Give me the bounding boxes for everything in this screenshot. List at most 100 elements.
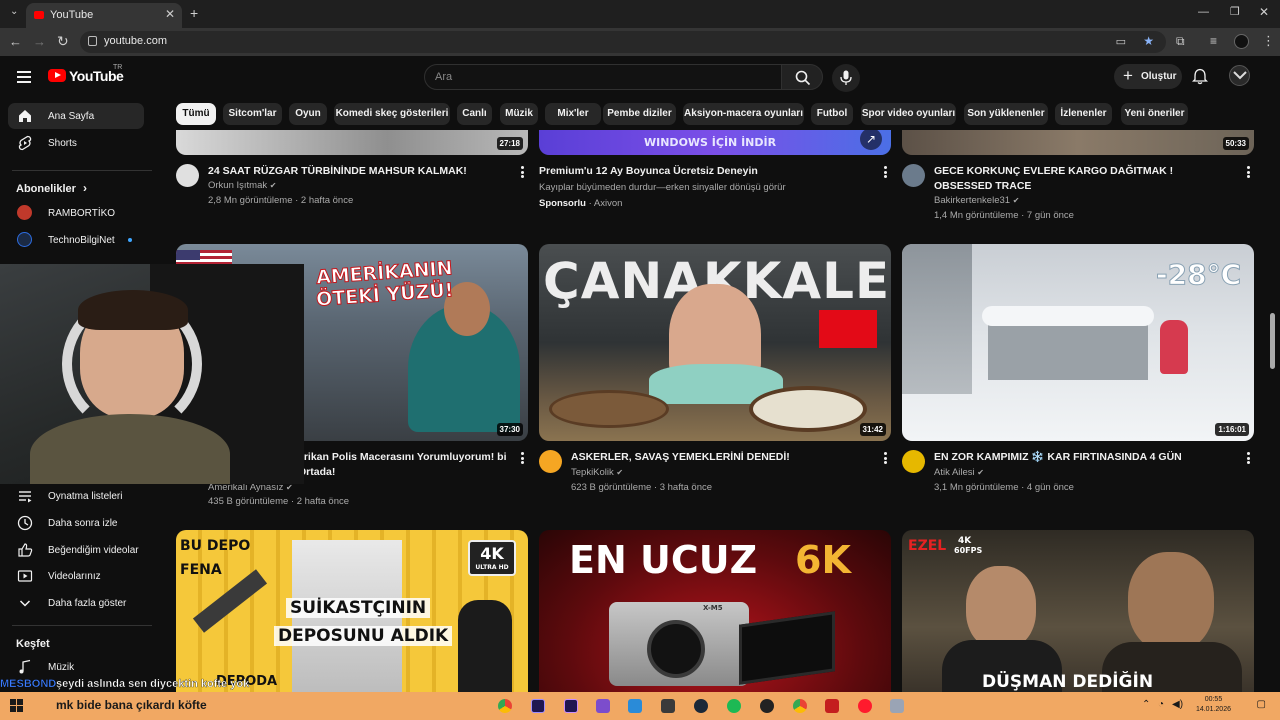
- video-thumbnail[interactable]: EN UCUZ 6K X-M5: [539, 530, 891, 692]
- video-channel[interactable]: Bakirkertenkele31 ✔: [934, 193, 1019, 208]
- video-title[interactable]: ASKERLER, SAVAŞ YEMEKLERİNİ DENEDİ!: [571, 450, 871, 465]
- extensions-icon[interactable]: ⧉: [1176, 34, 1185, 49]
- sidebar-item-playlists[interactable]: Oynatma listeleri: [8, 483, 144, 509]
- close-window-icon[interactable]: ✕: [1259, 5, 1269, 19]
- channel-avatar[interactable]: [539, 450, 562, 473]
- steam-icon[interactable]: [694, 699, 708, 713]
- tab-list-chevron-icon[interactable]: ⌄: [10, 6, 18, 17]
- new-tab-icon[interactable]: +: [190, 5, 198, 21]
- video-thumbnail[interactable]: BU DEPO FENA SUİKASTÇININ DEPOSUNU ALDIK…: [176, 530, 528, 692]
- sidebar-item-show-more[interactable]: Daha fazla göster: [8, 590, 144, 616]
- search-box[interactable]: [424, 64, 782, 90]
- chip-action-adventure[interactable]: Aksiyon-macera oyunları: [683, 103, 804, 125]
- obs-icon[interactable]: [760, 699, 774, 713]
- sidebar-item-liked-videos[interactable]: Beğendiğim videolar: [8, 537, 144, 563]
- ad-title[interactable]: Premium'u 12 Ay Boyunca Ücretsiz Deneyin: [539, 164, 869, 179]
- search-input[interactable]: [435, 69, 765, 85]
- bell-icon[interactable]: [1192, 68, 1208, 85]
- opera-icon[interactable]: [858, 699, 872, 713]
- taskbar-clock[interactable]: 00:55 14.01.2026: [1196, 695, 1231, 715]
- chrome-icon[interactable]: [498, 699, 512, 713]
- ad-thumbnail[interactable]: WINDOWS İÇİN İNDİR ↗: [539, 130, 891, 155]
- after-effects-icon[interactable]: [531, 699, 545, 713]
- video-channel[interactable]: Atik Ailesi ✔: [934, 465, 984, 480]
- app-icon[interactable]: [890, 699, 904, 713]
- chip-mixes[interactable]: Mix'ler: [545, 103, 601, 125]
- video-thumbnail[interactable]: 27:18: [176, 130, 528, 155]
- sidebar-item-home[interactable]: Ana Sayfa: [8, 103, 144, 129]
- reading-list-icon[interactable]: ≡: [1210, 34, 1217, 48]
- site-info-icon[interactable]: [88, 36, 97, 46]
- notifications-icon[interactable]: ▢: [1257, 699, 1266, 710]
- sublime-icon[interactable]: [661, 699, 675, 713]
- video-thumbnail[interactable]: EZEL 4K 60FPS DÜŞMAN DEDİĞİN: [902, 530, 1254, 692]
- voice-search-button[interactable]: [832, 64, 860, 92]
- browser-menu-icon[interactable]: ⋮: [1262, 33, 1275, 49]
- external-link-icon[interactable]: ↗: [860, 130, 882, 150]
- chip-watched[interactable]: İzlenenler: [1055, 103, 1112, 125]
- tray-chevron-icon[interactable]: ⌃: [1142, 699, 1150, 710]
- chip-new-to-you[interactable]: Yeni öneriler: [1121, 103, 1188, 125]
- channel-avatar[interactable]: [902, 450, 925, 473]
- video-editor-icon[interactable]: [825, 699, 839, 713]
- windows-start-icon[interactable]: [10, 699, 23, 712]
- chip-recently-uploaded[interactable]: Son yüklenenler: [964, 103, 1048, 125]
- channel-avatar[interactable]: [176, 164, 199, 187]
- video-thumbnail[interactable]: 50:33: [902, 130, 1254, 155]
- sidebar-item-watch-later[interactable]: Daha sonra izle: [8, 510, 144, 536]
- forward-icon[interactable]: →: [33, 34, 46, 49]
- video-channel[interactable]: TepkiKolik ✔: [571, 465, 623, 480]
- volume-icon[interactable]: ◀): [1172, 699, 1183, 710]
- video-thumbnail[interactable]: -28°C 1:16:01: [902, 244, 1254, 441]
- more-options-icon[interactable]: [521, 166, 524, 178]
- video-thumbnail[interactable]: ÇANAKKALE 31:42: [539, 244, 891, 441]
- chip-football[interactable]: Futbol: [811, 103, 853, 125]
- tab-title: YouTube: [50, 9, 94, 21]
- sidebar-item-subscription[interactable]: TechnoBilgiNet: [8, 227, 144, 253]
- sidebar-item-music[interactable]: Müzik: [8, 654, 144, 680]
- sidebar-item-shorts[interactable]: Shorts: [8, 130, 144, 156]
- chip-all[interactable]: Tümü: [176, 103, 216, 125]
- subscriptions-heading[interactable]: Abonelikler ›: [16, 181, 87, 195]
- more-options-icon[interactable]: [521, 452, 524, 464]
- close-tab-icon[interactable]: ✕: [165, 7, 175, 21]
- restore-icon[interactable]: ❐: [1230, 5, 1240, 18]
- chip-music[interactable]: Müzik: [500, 103, 538, 125]
- video-title[interactable]: GECE KORKUNÇ EVLERE KARGO DAĞITMAK ! OBS…: [934, 164, 1234, 194]
- chip-soap-operas[interactable]: Pembe diziler: [603, 103, 676, 125]
- chrome-profile-icon[interactable]: [793, 699, 807, 713]
- video-channel[interactable]: Orkun Işıtmak ✔: [208, 178, 276, 193]
- video-title[interactable]: EN ZOR KAMPIMIZ ❄️ KAR FIRTINASINDA 4 GÜ…: [934, 450, 1234, 465]
- chip-live[interactable]: Canlı: [457, 103, 492, 125]
- more-options-icon[interactable]: [1247, 166, 1250, 178]
- profile-avatar[interactable]: [1234, 34, 1249, 49]
- minimize-icon[interactable]: —: [1198, 6, 1209, 18]
- chip-sketch-comedy[interactable]: Komedi skeç gösterileri: [334, 103, 450, 125]
- premiere-icon[interactable]: [564, 699, 578, 713]
- sidebar-item-your-videos[interactable]: Videolarınız: [8, 563, 144, 589]
- sidebar-item-subscription[interactable]: RAMBORTİKO: [8, 200, 144, 226]
- address-bar[interactable]: youtube.com ▭ ★: [80, 31, 1166, 53]
- bookmark-star-icon[interactable]: ★: [1143, 34, 1154, 48]
- video-title[interactable]: 24 SAAT RÜZGAR TÜRBİNİNDE MAHSUR KALMAK!: [208, 164, 508, 179]
- chip-sports-games[interactable]: Spor video oyunları: [861, 103, 956, 125]
- channel-avatar[interactable]: [902, 164, 925, 187]
- search-button[interactable]: [781, 64, 823, 90]
- chip-gaming[interactable]: Oyun: [289, 103, 327, 125]
- more-options-icon[interactable]: [884, 166, 887, 178]
- browser-tab[interactable]: YouTube ✕: [26, 3, 182, 28]
- spotify-icon[interactable]: [727, 699, 741, 713]
- reload-icon[interactable]: ↻: [57, 33, 69, 50]
- chip-sitcoms[interactable]: Sitcom'lar: [223, 103, 282, 125]
- network-icon[interactable]: ◔: [1158, 699, 1164, 710]
- page-scrollbar[interactable]: [1270, 313, 1275, 369]
- create-button[interactable]: + Oluştur: [1114, 64, 1182, 89]
- more-options-icon[interactable]: [884, 452, 887, 464]
- avatar[interactable]: [1229, 65, 1250, 86]
- more-options-icon[interactable]: [1247, 452, 1250, 464]
- back-icon[interactable]: ←: [9, 34, 22, 49]
- video-title[interactable]: erikan Polis Macerasını Yorumluyorum! bi…: [298, 450, 508, 480]
- visual-studio-icon[interactable]: [596, 699, 610, 713]
- cast-icon[interactable]: ▭: [1116, 35, 1126, 48]
- vscode-icon[interactable]: [628, 699, 642, 713]
